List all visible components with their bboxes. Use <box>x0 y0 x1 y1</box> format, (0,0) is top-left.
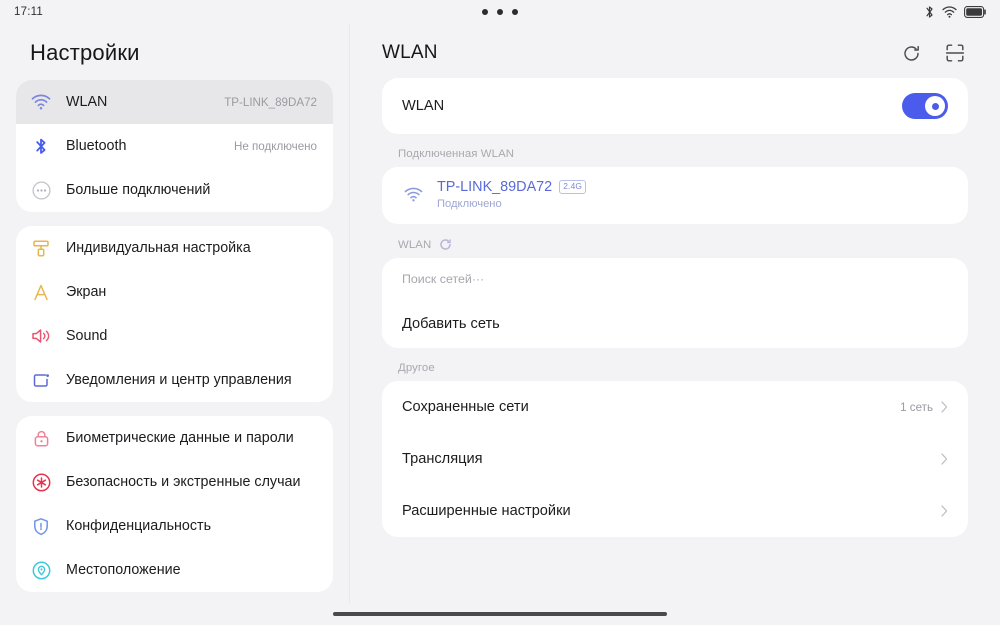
status-clock: 17:11 <box>14 6 43 18</box>
chevron-right-icon <box>941 505 948 517</box>
speaker-icon <box>30 327 52 345</box>
chevron-right-icon <box>941 453 948 465</box>
sidebar-item-label: Местоположение <box>66 561 181 578</box>
sidebar-item-label: WLAN <box>66 93 108 110</box>
connected-network-row[interactable]: TP-LINK_89DA72 2.4G Подключено <box>382 167 968 224</box>
connected-network-texts: TP-LINK_89DA72 2.4G Подключено <box>437 179 587 210</box>
add-network-label: Добавить сеть <box>402 316 500 332</box>
connected-wlan-panel: TP-LINK_89DA72 2.4G Подключено <box>382 167 968 224</box>
sidebar-item-notifications[interactable]: Уведомления и центр управления <box>16 358 333 402</box>
content-area: Настройки WLAN TP-LINK_89DA72 Bluetooth … <box>0 24 1000 603</box>
wlan-toggle-panel: WLAN <box>382 78 968 134</box>
wlan-scan-section-label: WLAN <box>382 224 968 258</box>
sidebar-item-location[interactable]: Местоположение <box>16 548 333 592</box>
wlan-toggle-label: WLAN <box>402 98 445 114</box>
wlan-scan-section-title: WLAN <box>398 238 432 251</box>
connected-network-ssid: TP-LINK_89DA72 <box>437 179 553 195</box>
sidebar-item-label: Sound <box>66 327 108 344</box>
toggle-knob <box>925 96 945 116</box>
sidebar-item-label: Экран <box>66 283 107 300</box>
status-system-icons <box>924 5 986 19</box>
add-network-row[interactable]: Добавить сеть <box>382 300 968 348</box>
sidebar-item-label: Уведомления и центр управления <box>66 371 292 388</box>
sidebar-item-label: Безопасность и экстренные случаи <box>66 473 301 490</box>
settings-sidebar: Настройки WLAN TP-LINK_89DA72 Bluetooth … <box>0 24 350 603</box>
shield-icon <box>30 517 52 536</box>
refresh-icon[interactable] <box>900 42 922 64</box>
tablet-screen: 17:11 Настройки WLAN TP-LINK_89DA72 Blue… <box>0 0 1000 625</box>
searching-networks-text: Поиск сетей··· <box>402 272 485 286</box>
sidebar-group-connections: WLAN TP-LINK_89DA72 Bluetooth Не подключ… <box>16 80 333 212</box>
sidebar-item-more-connections[interactable]: Больше подключений <box>16 168 333 212</box>
main-header-actions <box>900 42 966 64</box>
saved-networks-label: Сохраненные сети <box>402 399 529 415</box>
sidebar-item-privacy[interactable]: Конфиденциальность <box>16 504 333 548</box>
lock-icon <box>30 429 52 448</box>
wlan-detail-panel: WLAN WLAN Подключенная WLAN TP-LINK_89DA… <box>350 24 1000 603</box>
connected-wlan-section-label: Подключенная WLAN <box>382 134 968 167</box>
saved-networks-row[interactable]: Сохраненные сети 1 сеть <box>382 381 968 433</box>
sidebar-item-value: Не подключено <box>233 139 317 153</box>
status-bar: 17:11 <box>0 0 1000 24</box>
advanced-settings-label: Расширенные настройки <box>402 503 571 519</box>
sidebar-group-security: Биометрические данные и пароли Безопасно… <box>16 416 333 592</box>
cast-row[interactable]: Трансляция <box>382 433 968 485</box>
bluetooth-icon <box>30 137 52 156</box>
loading-spinner-icon <box>439 238 452 251</box>
battery-icon <box>964 6 986 18</box>
wifi-icon <box>942 6 957 18</box>
sidebar-item-safety-emergency[interactable]: Безопасность и экстренные случаи <box>16 460 333 504</box>
sidebar-item-sound[interactable]: Sound <box>16 314 333 358</box>
wifi-icon <box>402 187 424 202</box>
chevron-right-icon <box>941 401 948 413</box>
sidebar-item-label: Конфиденциальность <box>66 517 212 534</box>
camera-punch-hole-dots <box>0 0 1000 24</box>
home-indicator[interactable] <box>333 612 667 616</box>
connected-wlan-section-title: Подключенная WLAN <box>398 148 515 160</box>
page-title: Настройки <box>30 40 140 65</box>
home-indicator-area <box>0 603 1000 625</box>
other-section-label: Другое <box>382 348 968 381</box>
other-panel: Сохраненные сети 1 сеть Трансляция Расши… <box>382 381 968 537</box>
sidebar-item-wlan[interactable]: WLAN TP-LINK_89DA72 <box>16 80 333 124</box>
advanced-settings-row[interactable]: Расширенные настройки <box>382 485 968 537</box>
connected-network-status: Подключено <box>437 198 502 210</box>
sidebar-item-biometrics[interactable]: Биометрические данные и пароли <box>16 416 333 460</box>
emergency-asterisk-icon <box>30 473 52 492</box>
sidebar-group-personalization: Индивидуальная настройка Экран Sound Уве… <box>16 226 333 402</box>
wlan-toggle-row[interactable]: WLAN <box>382 78 968 134</box>
sidebar-item-label: Биометрические данные и пароли <box>66 429 294 446</box>
other-section-title: Другое <box>398 362 435 374</box>
notification-square-icon <box>30 371 52 390</box>
sidebar-item-label: Bluetooth <box>66 137 127 154</box>
wifi-icon <box>30 94 52 110</box>
paint-roller-icon <box>30 239 52 258</box>
saved-networks-value: 1 сеть <box>900 400 933 414</box>
wlan-scan-panel: Поиск сетей··· Добавить сеть <box>382 258 968 348</box>
sidebar-item-label: Больше подключений <box>66 181 211 198</box>
band-badge: 2.4G <box>559 180 587 194</box>
sidebar-item-personalization[interactable]: Индивидуальная настройка <box>16 226 333 270</box>
sidebar-item-value: TP-LINK_89DA72 <box>224 95 317 109</box>
location-pin-icon <box>30 561 52 580</box>
cast-label: Трансляция <box>402 451 483 467</box>
more-connections-icon <box>30 180 52 200</box>
display-letter-a-icon <box>30 283 52 302</box>
main-header: WLAN <box>382 24 968 78</box>
bluetooth-icon <box>924 5 935 19</box>
scan-qr-icon[interactable] <box>944 42 966 64</box>
searching-networks-row: Поиск сетей··· <box>382 258 968 300</box>
sidebar-item-display[interactable]: Экран <box>16 270 333 314</box>
sidebar-item-label: Индивидуальная настройка <box>66 239 251 256</box>
main-title: WLAN <box>382 42 438 63</box>
sidebar-item-bluetooth[interactable]: Bluetooth Не подключено <box>16 124 333 168</box>
wlan-toggle-switch[interactable] <box>902 93 948 119</box>
connected-network-name-line: TP-LINK_89DA72 2.4G <box>437 179 587 195</box>
